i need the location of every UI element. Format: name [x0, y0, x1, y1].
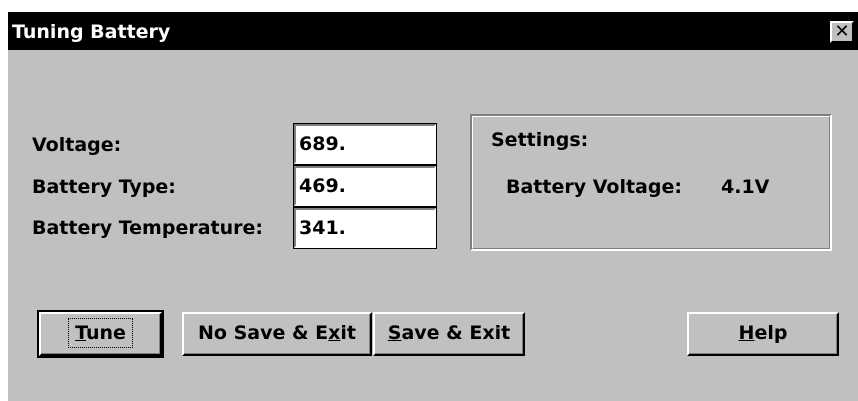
battery-type-label: Battery Type: [32, 176, 176, 198]
tuning-battery-dialog: Tuning Battery ✕ Voltage: Battery Type: … [8, 12, 858, 401]
close-button[interactable]: ✕ [830, 21, 854, 43]
voltage-label: Voltage: [32, 134, 122, 156]
window-title: Tuning Battery [12, 21, 171, 43]
tune-button[interactable]: Tune [37, 310, 164, 358]
battery-temperature-label: Battery Temperature: [32, 217, 263, 239]
battery-voltage-label: Battery Voltage: [506, 176, 682, 198]
help-button[interactable]: Help [687, 312, 839, 356]
battery-type-input[interactable] [293, 165, 437, 207]
title-bar[interactable]: Tuning Battery ✕ [8, 12, 858, 50]
tune-button-label: Tune [68, 318, 133, 348]
settings-heading: Settings: [491, 129, 589, 151]
battery-voltage-value: 4.1V [721, 176, 770, 198]
voltage-input[interactable] [293, 123, 437, 165]
battery-temperature-input[interactable] [293, 207, 437, 249]
settings-groupbox: Settings: Battery Voltage: 4.1V [470, 114, 832, 251]
no-save-exit-button[interactable]: No Save & Exit [182, 312, 372, 356]
save-exit-label: Save & Exit [387, 322, 511, 344]
no-save-exit-label: No Save & Exit [198, 322, 356, 344]
close-icon: ✕ [834, 21, 850, 42]
help-label: Help [738, 322, 788, 344]
save-exit-button[interactable]: Save & Exit [373, 312, 525, 356]
